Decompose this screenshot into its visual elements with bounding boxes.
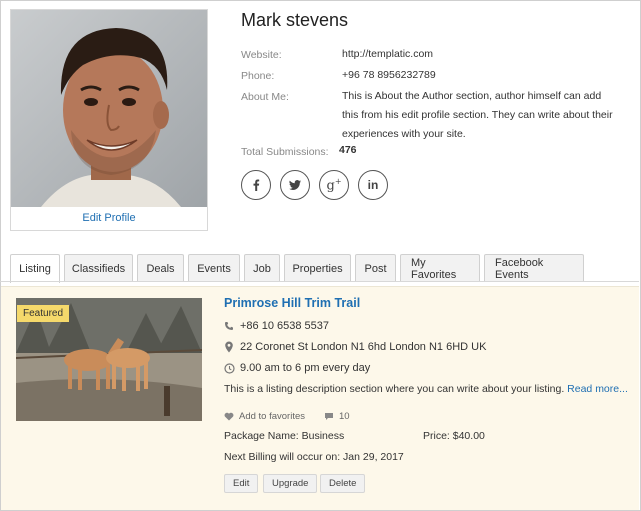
tab-classifieds[interactable]: Classifieds [64,254,133,282]
phone-value: +96 78 8956232789 [342,69,436,81]
profile-photo-box: Edit Profile [10,9,208,231]
clock-icon [224,362,236,374]
website-value[interactable]: http://templatic.com [342,45,433,64]
package-name: Package Name: Business [224,430,345,442]
delete-button[interactable]: Delete [320,474,366,493]
tab-facebook-events[interactable]: Facebook Events [484,254,584,282]
tab-job[interactable]: Job [244,254,280,282]
listing-hours: 9.00 am to 6 pm every day [240,362,371,374]
tabs-divider [0,281,639,282]
phone-icon [224,321,236,331]
tab-my-favorites[interactable]: My Favorites [400,254,480,282]
about-label: About Me: [241,91,289,103]
upgrade-button[interactable]: Upgrade [263,474,318,493]
facebook-icon[interactable] [241,170,271,200]
tab-deals[interactable]: Deals [137,254,184,282]
tab-post[interactable]: Post [355,254,396,282]
package-price: Price: $40.00 [423,430,485,442]
listing-hours-row: 9.00 am to 6 pm every day [224,362,370,374]
about-value: This is About the Author section, author… [342,90,613,140]
listing-phone-row: +86 10 6538 5537 [224,320,329,332]
add-to-favorites-label: Add to favorites [239,411,306,422]
twitter-icon[interactable] [280,170,310,200]
featured-badge: Featured [17,305,70,322]
comment-icon [324,412,334,421]
comments-count[interactable]: 10 [324,411,350,422]
next-billing: Next Billing will occur on: Jan 29, 2017 [224,451,404,463]
linkedin-icon[interactable]: in [358,170,388,200]
profile-name: Mark stevens [241,10,349,30]
tab-listing[interactable]: Listing [10,254,60,283]
location-pin-icon [224,341,236,353]
listing-address-row: 22 Coronet St London N1 6hd London N1 6H… [224,341,486,353]
submissions-label: Total Submissions: [241,146,329,158]
listing-phone: +86 10 6538 5537 [240,320,330,332]
add-to-favorites-button[interactable]: Add to favorites [224,411,305,422]
submissions-value: 476 [339,144,357,156]
tab-properties[interactable]: Properties [284,254,351,282]
listing-description: This is a listing description section wh… [224,383,565,395]
heart-icon [224,412,234,421]
website-label: Website: [241,49,282,61]
listing-address: 22 Coronet St London N1 6hd London N1 6H… [240,341,487,353]
google-plus-icon[interactable]: g+ [319,170,349,200]
read-more-link[interactable]: Read more... [567,383,628,395]
edit-profile-link[interactable]: Edit Profile [11,212,207,224]
tab-events[interactable]: Events [188,254,240,282]
avatar [11,10,207,207]
listing-description-row: This is a listing description section wh… [224,383,628,395]
phone-label: Phone: [241,70,275,82]
edit-button[interactable]: Edit [224,474,259,493]
comments-count-value: 10 [339,411,350,422]
listing-title[interactable]: Primrose Hill Trim Trail [224,296,360,310]
